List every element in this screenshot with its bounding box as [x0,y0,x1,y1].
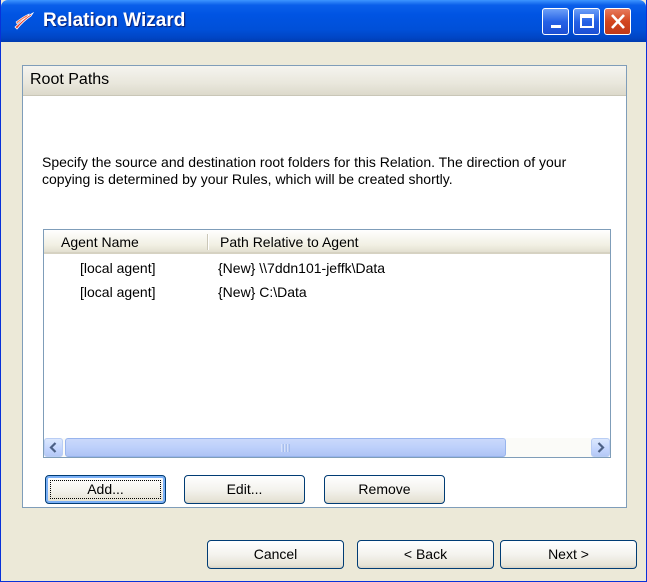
minimize-button[interactable] [542,8,569,35]
column-header-agent-name[interactable]: Agent Name [61,234,139,250]
row-agent-name: [local agent] [80,284,156,300]
scroll-left-button[interactable] [44,438,63,457]
column-header-path[interactable]: Path Relative to Agent [220,234,359,250]
scroll-right-button[interactable] [591,438,610,457]
minimize-icon [551,25,561,28]
edit-button[interactable]: Edit... [184,475,305,504]
add-button[interactable]: Add... [45,475,166,504]
scrollbar-thumb[interactable] [65,438,506,457]
cancel-button-label: Cancel [253,546,298,562]
add-button-label: Add... [87,481,124,497]
next-button-label: Next > [548,546,589,562]
chevron-left-icon [49,442,57,453]
close-button[interactable] [604,8,631,35]
maximize-button[interactable] [573,8,600,35]
back-button[interactable]: < Back [357,540,494,569]
row-agent-name: [local agent] [80,260,156,276]
list-row[interactable]: [local agent] {New} C:\Data [44,282,610,303]
relation-wizard-app-icon [13,11,35,31]
wizard-page-panel: Root Paths Specify the source and destin… [22,65,627,508]
maximize-icon [580,14,594,28]
instructions-text: Specify the source and destination root … [42,154,567,187]
list-header: Agent Name Path Relative to Agent [44,230,610,254]
list-row[interactable]: [local agent] {New} \\7ddn101-jeffk\Data [44,258,610,279]
remove-button[interactable]: Remove [324,475,445,504]
row-path: {New} \\7ddn101-jeffk\Data [218,260,386,276]
column-divider[interactable] [207,234,208,250]
back-button-label: < Back [403,546,448,562]
section-title: Root Paths [30,71,110,88]
cancel-button[interactable]: Cancel [207,540,344,569]
close-icon [611,14,625,29]
window-title: Relation Wizard [43,10,186,31]
section-header: Root Paths [23,66,626,96]
chevron-right-icon [597,442,605,453]
row-path: {New} C:\Data [218,284,307,300]
title-bar[interactable]: Relation Wizard [1,0,646,42]
grip-icon [281,444,290,452]
edit-button-label: Edit... [226,481,263,497]
remove-button-label: Remove [358,481,411,497]
horizontal-scrollbar[interactable] [44,438,610,457]
relation-wizard-window: Relation Wizard Root Paths Specify the s… [0,0,647,582]
next-button[interactable]: Next > [500,540,637,569]
root-paths-list[interactable]: Agent Name Path Relative to Agent [local… [43,229,611,458]
